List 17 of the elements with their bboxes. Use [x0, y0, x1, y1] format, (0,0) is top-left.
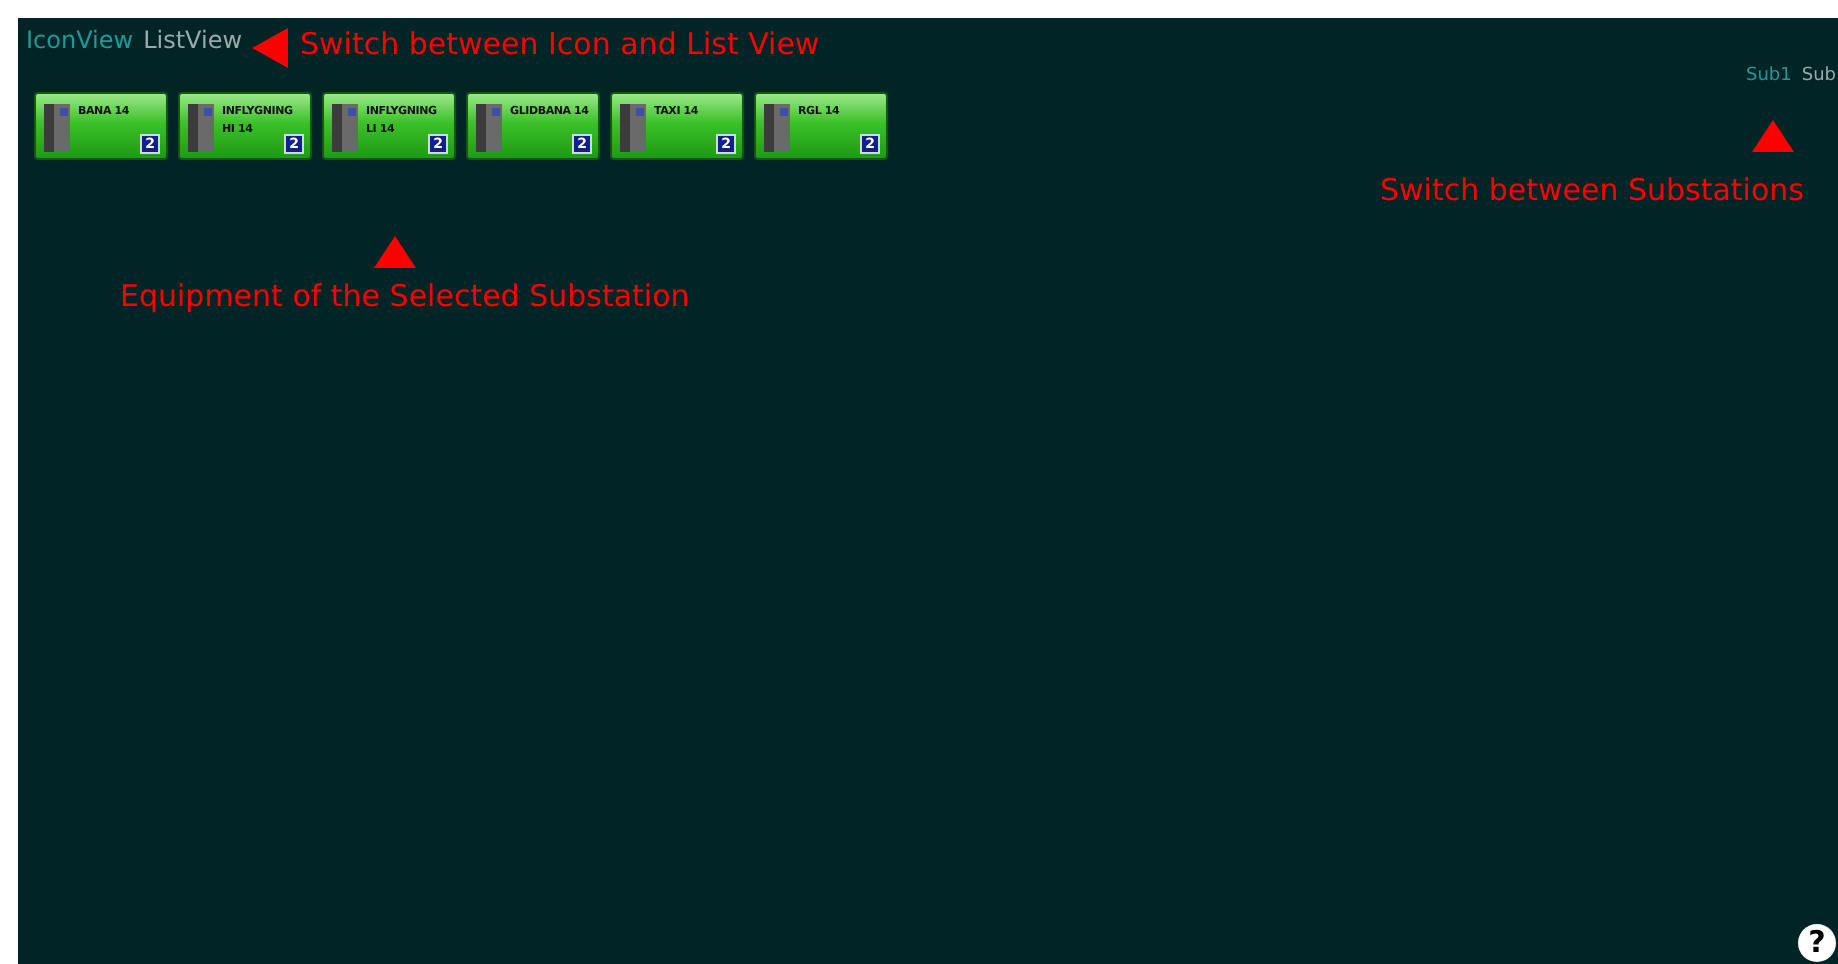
left-arrow-icon	[252, 28, 288, 68]
help-icon[interactable]: ?	[1798, 924, 1836, 962]
cabinet-icon	[618, 100, 650, 156]
annotation-text: Switch between Icon and List View	[300, 26, 820, 62]
up-arrow-icon	[374, 236, 416, 268]
up-arrow-icon	[1752, 120, 1794, 152]
tab[interactable]: ListView	[143, 26, 243, 54]
annotation-text: Equipment of the Selected Substation	[120, 278, 690, 314]
cabinet-icon	[330, 100, 362, 156]
tab[interactable]: Sub	[1801, 66, 1836, 86]
cabinet-icon	[474, 100, 506, 156]
tab[interactable]: IconView	[26, 26, 134, 54]
tab[interactable]: Sub1	[1746, 66, 1792, 86]
cabinet-icon	[762, 100, 794, 156]
cabinet-icon	[186, 100, 218, 156]
cabinet-icon	[42, 100, 74, 156]
annotation-text: Switch between Substations	[1380, 172, 1804, 208]
